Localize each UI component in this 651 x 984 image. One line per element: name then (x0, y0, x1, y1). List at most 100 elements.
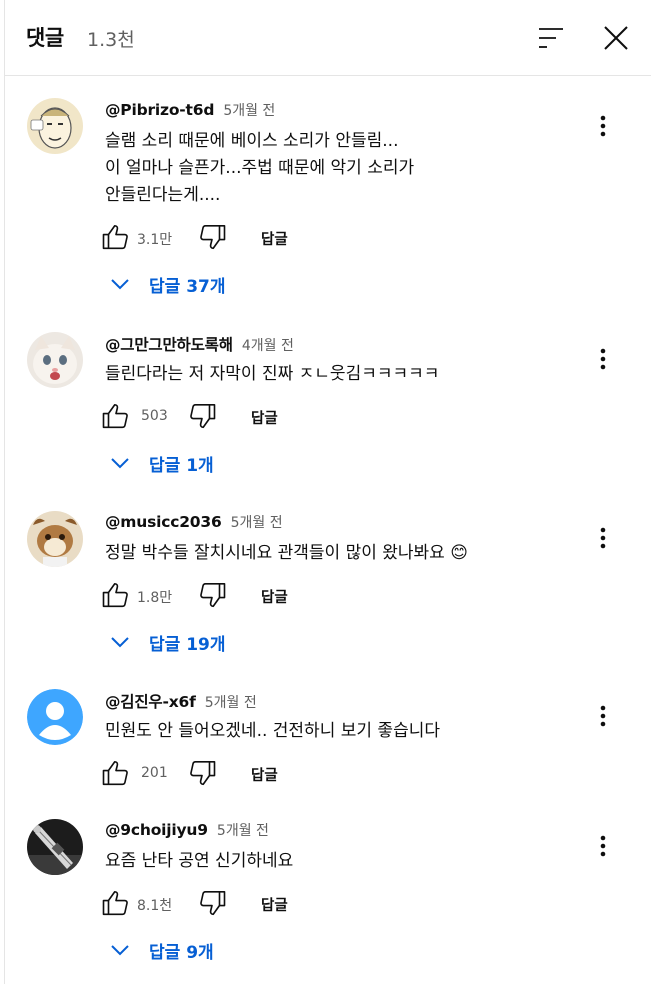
comment-author[interactable]: @김진우-x6f (105, 693, 196, 711)
comment-author[interactable]: @Pibrizo-t6d (105, 101, 214, 119)
comment-time[interactable]: 5개월 전 (217, 823, 269, 839)
comments-count: 1.3천 (87, 29, 135, 51)
like-count: 201 (141, 765, 168, 781)
more-vert-icon (600, 115, 606, 137)
comments-title: 댓글 (26, 26, 64, 50)
more-vert-icon (600, 527, 606, 549)
like-count: 3.1만 (137, 232, 173, 248)
comment-meta: @김진우-x6f 5개월 전 (105, 690, 257, 712)
default-user-avatar[interactable] (27, 689, 83, 745)
replies-label: 답글 1개 (149, 456, 214, 476)
more-vert-icon (600, 705, 606, 727)
comment-item: @Pibrizo-t6d 5개월 전 슬램 소리 때문에 베이스 소리가 안들림… (5, 92, 651, 307)
comment-actions: 201 답글 (101, 756, 361, 792)
dislike-button[interactable] (197, 888, 227, 918)
thumb-up-icon (102, 582, 128, 608)
thumb-up-icon (102, 890, 128, 916)
thumb-up-icon (102, 760, 128, 786)
close-icon (604, 26, 628, 50)
more-options-button[interactable] (589, 826, 617, 866)
comment-actions: 1.8만 답글 (101, 578, 361, 614)
like-button[interactable] (101, 401, 131, 431)
comment-item: @김진우-x6f 5개월 전 민원도 안 들어오겠네.. 건전하니 보기 좋습니… (5, 682, 651, 797)
comment-text: 슬램 소리 때문에 베이스 소리가 안들림... 이 얼마나 슬픈가...주법 … (105, 128, 414, 209)
comment-item: @9choijiyu9 5개월 전 요즘 난타 공연 신기하네요 8.1천 답글… (5, 812, 651, 977)
reply-button[interactable]: 답글 (261, 894, 288, 915)
comment-text: 민원도 안 들어오겠네.. 건전하니 보기 좋습니다 (105, 718, 440, 745)
more-vert-icon (600, 348, 606, 370)
comment-meta: @그만그만하도록해 4개월 전 (105, 333, 294, 355)
comment-text-line: 민원도 안 들어오겠네.. 건전하니 보기 좋습니다 (105, 721, 440, 741)
guitar-photo-avatar[interactable] (27, 819, 83, 875)
comment-meta: @Pibrizo-t6d 5개월 전 (105, 100, 275, 120)
comment-time[interactable]: 4개월 전 (242, 338, 294, 354)
comment-time[interactable]: 5개월 전 (205, 695, 257, 711)
comment-text-line: 들린다라는 저 자막이 진짜 ㅈㄴ웃김ㅋㅋㅋㅋㅋ (105, 364, 440, 384)
more-options-button[interactable] (589, 339, 617, 379)
comments-header: 댓글 1.3천 (5, 0, 651, 76)
comment-actions: 3.1만 답글 (101, 220, 361, 256)
dislike-button[interactable] (187, 401, 217, 431)
comment-time[interactable]: 5개월 전 (223, 103, 275, 119)
smiling-face-emoji: 😊 (450, 543, 468, 563)
replies-label: 답글 37개 (149, 277, 226, 297)
comment-text-line: 정말 박수들 잘치시네요 관객들이 많이 왔나봐요 😊 (105, 540, 468, 567)
like-count: 1.8만 (137, 590, 173, 606)
comment-meta: @musicc2036 5개월 전 (105, 512, 283, 532)
dislike-button[interactable] (187, 758, 217, 788)
comment-text: 요즘 난타 공연 신기하네요 (105, 848, 293, 875)
thumb-up-icon (102, 224, 128, 250)
reply-button[interactable]: 답글 (251, 764, 278, 785)
thumb-down-icon (200, 890, 226, 916)
comment-author[interactable]: @9choijiyu9 (105, 821, 208, 839)
sort-icon (539, 28, 563, 48)
comment-actions: 8.1천 답글 (101, 886, 361, 922)
dislike-button[interactable] (197, 580, 227, 610)
cat-photo-avatar[interactable] (27, 332, 83, 388)
comment-text: 정말 박수들 잘치시네요 관객들이 많이 왔나봐요 😊 (105, 540, 468, 567)
chevron-down-icon (111, 637, 129, 648)
chevron-down-icon (111, 945, 129, 956)
comment-text-content: 정말 박수들 잘치시네요 관객들이 많이 왔나봐요 (105, 543, 445, 563)
like-count: 8.1천 (137, 898, 173, 914)
thumb-down-icon (190, 403, 216, 429)
like-button[interactable] (101, 758, 131, 788)
like-count: 503 (141, 408, 168, 424)
comment-text-line: 이 얼마나 슬픈가...주법 때문에 악기 소리가 (105, 158, 415, 178)
thumb-down-icon (200, 224, 226, 250)
like-button[interactable] (101, 888, 131, 918)
reply-button[interactable]: 답글 (261, 228, 288, 249)
comment-text-line: 슬램 소리 때문에 베이스 소리가 안들림... (105, 131, 399, 151)
comment-actions: 503 답글 (101, 399, 361, 435)
comment-item: @musicc2036 5개월 전 정말 박수들 잘치시네요 관객들이 많이 왔… (5, 504, 651, 669)
sort-button[interactable] (532, 20, 568, 56)
comment-author[interactable]: @그만그만하도록해 (105, 336, 233, 354)
replies-label: 답글 9개 (149, 943, 214, 963)
comment-time[interactable]: 5개월 전 (231, 515, 283, 531)
thumb-up-icon (102, 403, 128, 429)
chevron-down-icon (111, 458, 129, 469)
thumb-down-icon (190, 760, 216, 786)
close-button[interactable] (596, 18, 636, 58)
more-options-button[interactable] (589, 518, 617, 558)
comment-author[interactable]: @musicc2036 (105, 513, 222, 531)
comment-text-line: 안들린다는게.... (105, 185, 221, 205)
replies-label: 답글 19개 (149, 635, 226, 655)
more-options-button[interactable] (589, 696, 617, 736)
cartoon-animal-avatar[interactable] (27, 511, 83, 567)
comment-text: 들린다라는 저 자막이 진짜 ㅈㄴ웃김ㅋㅋㅋㅋㅋ (105, 361, 439, 388)
comment-meta: @9choijiyu9 5개월 전 (105, 820, 269, 840)
like-button[interactable] (101, 222, 131, 252)
comment-text-line: 요즘 난타 공연 신기하네요 (105, 851, 294, 871)
reply-button[interactable]: 답글 (261, 586, 288, 607)
dislike-button[interactable] (197, 222, 227, 252)
more-vert-icon (600, 835, 606, 857)
chevron-down-icon (111, 279, 129, 290)
comments-panel: 댓글 1.3천 @Pibrizo-t6d 5개월 전 슬램 소리 때문에 베이스… (4, 0, 651, 984)
like-button[interactable] (101, 580, 131, 610)
thumb-down-icon (200, 582, 226, 608)
more-options-button[interactable] (589, 106, 617, 146)
reply-button[interactable]: 답글 (251, 407, 278, 428)
comment-item: @그만그만하도록해 4개월 전 들린다라는 저 자막이 진짜 ㅈㄴ웃김ㅋㅋㅋㅋㅋ… (5, 325, 651, 490)
cartoon-face-avatar[interactable] (27, 98, 83, 154)
